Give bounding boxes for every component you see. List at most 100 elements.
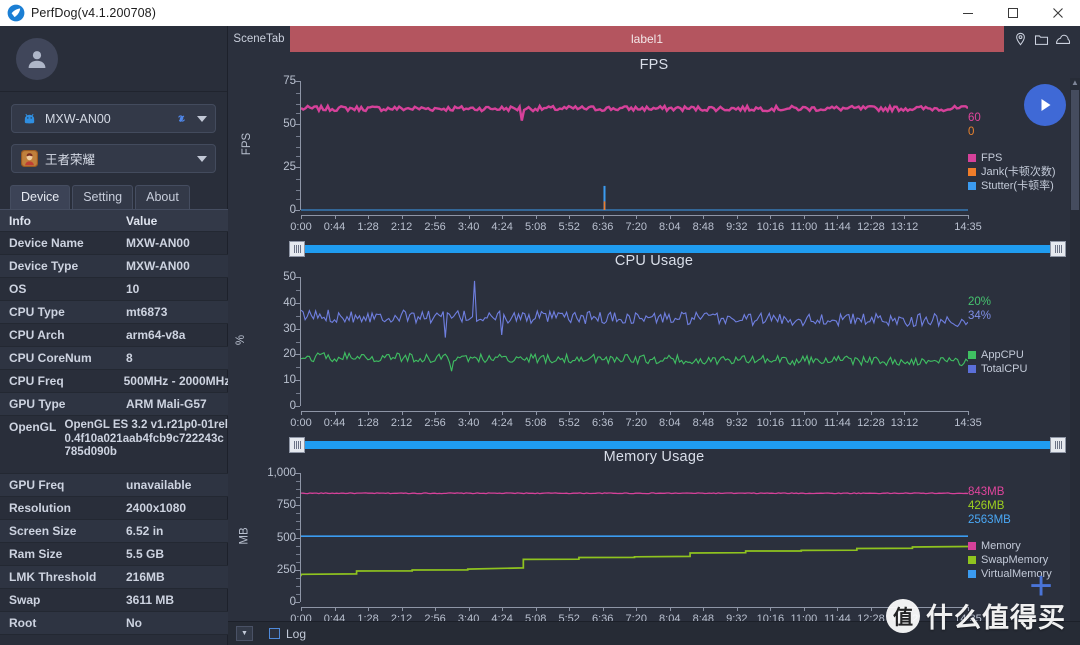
table-row[interactable]: OpenGL OpenGL ES 3.2 v1.r21p0-01rel0.4f10… xyxy=(0,416,228,474)
app-logo-icon xyxy=(7,4,25,22)
xaxis-tick-label: 14:35 xyxy=(954,417,982,429)
xaxis-tick-mark xyxy=(502,215,504,219)
xaxis-tick-mark xyxy=(837,215,839,219)
folder-icon[interactable] xyxy=(1034,32,1049,47)
table-row[interactable]: Ram Size 5.5 GB xyxy=(0,543,228,566)
app-select[interactable]: 王者荣耀 xyxy=(11,144,216,173)
table-row[interactable]: Root No xyxy=(0,612,228,635)
xaxis-tick-mark xyxy=(770,411,772,415)
table-row[interactable]: CPU Freq 500MHz - 2000MHz xyxy=(0,370,228,393)
xaxis-tick-mark xyxy=(602,607,604,611)
table-row[interactable]: Device Type MXW-AN00 xyxy=(0,255,228,278)
chart-memory-canvas xyxy=(301,465,968,607)
chart-cpu: CPU Usage % 50 40 30 20 10 0 20% 34% App… xyxy=(228,248,1080,453)
table-row[interactable]: OS 10 xyxy=(0,278,228,301)
expand-panel-button[interactable]: ▼ xyxy=(236,626,253,641)
row-key: Swap xyxy=(9,593,41,607)
xaxis-tick-mark xyxy=(837,607,839,611)
xaxis-tick-mark xyxy=(602,411,604,415)
legend-label: Jank(卡顿次数) xyxy=(981,166,1056,178)
scene-label-strip[interactable]: label1 xyxy=(290,26,1004,52)
location-pin-icon[interactable] xyxy=(1013,32,1028,47)
legend-item[interactable]: Jank(卡顿次数) xyxy=(968,165,1076,179)
row-value: 8 xyxy=(126,351,133,365)
avatar[interactable] xyxy=(16,38,58,80)
chart-fps-legend: 60 0 FPS Jank(卡顿次数) Stutter(卡顿率) xyxy=(968,111,1076,193)
legend-item[interactable]: Stutter(卡顿率) xyxy=(968,179,1076,193)
row-key: Device Type xyxy=(9,259,79,273)
row-key: Resolution xyxy=(9,501,71,515)
chart-fps-plot-area: FPS 75 50 25 0 60 0 FPS Jank(卡顿次数) Stutt… xyxy=(228,73,1080,216)
table-row[interactable]: GPU Type ARM Mali-G57 xyxy=(0,393,228,416)
cloud-icon[interactable] xyxy=(1055,32,1071,47)
close-button[interactable] xyxy=(1035,0,1080,26)
checkbox-box[interactable] xyxy=(269,628,280,639)
xaxis-tick-mark xyxy=(803,607,805,611)
row-value: unavailable xyxy=(126,478,192,492)
chart-cpu-legend: 20% 34% AppCPU TotalCPU xyxy=(968,295,1076,376)
legend-item[interactable]: TotalCPU xyxy=(968,362,1076,376)
xaxis-tick-mark xyxy=(334,215,336,219)
xaxis-tick-label: 5:08 xyxy=(524,417,547,429)
usb-link-icon[interactable] xyxy=(174,111,189,126)
tab-device[interactable]: Device xyxy=(10,185,71,209)
legend-label: TotalCPU xyxy=(981,363,1028,375)
tab-setting-label: Setting xyxy=(83,190,123,204)
table-row[interactable]: Device Name MXW-AN00 xyxy=(0,232,228,255)
minimize-button[interactable] xyxy=(945,0,990,26)
tab-device-label: Device xyxy=(21,190,60,204)
scene-tab-label: SceneTab xyxy=(228,26,290,52)
xaxis-tick-label: 2:56 xyxy=(424,417,446,429)
device-select[interactable]: MXW-AN00 xyxy=(11,104,216,133)
tab-about[interactable]: About xyxy=(135,185,190,209)
xaxis-tick-label: 2:12 xyxy=(390,221,413,233)
maximize-button[interactable] xyxy=(990,0,1035,26)
legend-swatch xyxy=(968,542,976,550)
log-checkbox[interactable]: Log xyxy=(269,627,306,641)
scrollbar-thumb[interactable] xyxy=(1071,90,1079,210)
legend-label: Stutter(卡顿率) xyxy=(981,180,1054,192)
table-row[interactable]: Screen Size 6.52 in xyxy=(0,520,228,543)
row-value: OpenGL ES 3.2 v1.r21p0-01rel0.4f10a021aa… xyxy=(64,419,228,458)
chevron-down-icon: ▼ xyxy=(241,630,248,637)
xaxis-tick-label: 4:24 xyxy=(491,417,513,429)
table-row[interactable]: CPU CoreNum 8 xyxy=(0,347,228,370)
xaxis-tick-label: 6:36 xyxy=(592,221,614,233)
scroll-up-arrow[interactable]: ▲ xyxy=(1070,78,1080,88)
chart-memory-current-memory: 843MB xyxy=(968,486,1005,498)
main-panel: SceneTab label1 FPS FPS 75 50 25 0 60 0 … xyxy=(228,26,1080,645)
table-row[interactable]: Resolution 2400x1080 xyxy=(0,497,228,520)
chart-fps-canvas xyxy=(301,73,968,215)
scene-bar: SceneTab label1 xyxy=(228,26,1080,52)
tab-setting[interactable]: Setting xyxy=(72,185,134,209)
table-header-row: Info Value xyxy=(0,210,228,232)
xaxis-tick-label: 8:48 xyxy=(692,221,715,233)
legend-swatch xyxy=(968,556,976,564)
row-value: No xyxy=(126,616,142,630)
xaxis-tick-mark xyxy=(435,411,437,415)
xaxis-tick-mark xyxy=(435,215,437,219)
xaxis-tick-mark xyxy=(301,215,302,219)
row-key: OS xyxy=(9,282,27,296)
chevron-down-icon[interactable] xyxy=(197,155,207,162)
table-row[interactable]: Swap 3611 MB xyxy=(0,589,228,612)
table-row[interactable]: LMK Threshold 216MB xyxy=(0,566,228,589)
table-row[interactable]: GPU Freq unavailable xyxy=(0,474,228,497)
legend-item[interactable]: AppCPU xyxy=(968,348,1076,362)
chart-cpu-current-total: 34% xyxy=(968,310,992,322)
xaxis-tick-mark xyxy=(703,411,705,415)
chevron-down-icon[interactable] xyxy=(197,115,207,122)
legend-item[interactable]: FPS xyxy=(968,151,1076,165)
play-button[interactable] xyxy=(1024,84,1066,126)
xaxis-tick-mark xyxy=(636,215,638,219)
xaxis-tick-label: 3:40 xyxy=(457,417,480,429)
xaxis-tick-mark xyxy=(636,607,638,611)
legend-item[interactable]: Memory xyxy=(968,539,1076,553)
window-title: PerfDog(v4.1.200708) xyxy=(31,6,156,20)
row-key: Device Name xyxy=(9,236,84,250)
table-row[interactable]: CPU Arch arm64-v8a xyxy=(0,324,228,347)
legend-item[interactable]: SwapMemory xyxy=(968,553,1076,567)
xaxis-tick-label: 0:00 xyxy=(290,417,312,429)
table-row[interactable]: CPU Type mt6873 xyxy=(0,301,228,324)
vertical-scrollbar[interactable]: ▲ ▼ xyxy=(1070,78,1080,645)
